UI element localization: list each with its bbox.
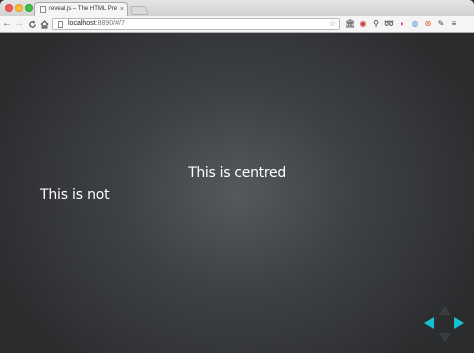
spiral-icon[interactable]: ➿ [384, 19, 394, 29]
lastpass-icon[interactable]: ◉ [358, 19, 368, 29]
browser-toolbar: ← → localhost:8890/#/7 ☆ 🏛 ◉ ⚲ ➿ ◗ ◍ ⊛ ✎ ≡ [0, 16, 474, 33]
address-url: localhost:8890/#/7 [68, 19, 125, 29]
slide-navigation-controls [418, 304, 470, 344]
back-button[interactable]: ← [1, 16, 13, 32]
window-maximize-button[interactable] [25, 4, 33, 12]
menu-icon[interactable]: ≡ [449, 19, 459, 29]
reload-button[interactable] [26, 16, 38, 32]
url-path: :8890/#/7 [95, 20, 125, 27]
compass-icon[interactable]: ◍ [410, 19, 420, 29]
pocket-icon[interactable]: ◗ [397, 19, 407, 29]
url-host: localhost [68, 20, 96, 27]
wrench-icon[interactable]: ✎ [436, 19, 446, 29]
address-bar[interactable]: localhost:8890/#/7 ☆ [52, 18, 340, 30]
home-button[interactable] [38, 16, 50, 32]
not-centred-text: This is not [40, 187, 110, 203]
window-close-button[interactable] [5, 4, 13, 12]
tab-title: reveal.js – The HTML Presentation Framew… [49, 6, 117, 12]
museum-icon[interactable]: 🏛 [345, 19, 355, 29]
new-tab-button[interactable] [129, 6, 149, 15]
navigate-down-arrow-icon[interactable] [439, 333, 451, 342]
page-icon [40, 6, 46, 13]
navigate-left-arrow-icon[interactable] [424, 317, 434, 329]
tab-close-icon[interactable]: × [120, 4, 124, 15]
navigate-right-arrow-icon[interactable] [454, 317, 464, 329]
bookmark-star-icon[interactable]: ☆ [329, 19, 336, 29]
forward-button[interactable]: → [13, 16, 25, 32]
slide-viewport: This is centred This is not [0, 33, 474, 353]
browser-tab[interactable]: reveal.js – The HTML Presentation Framew… [34, 2, 128, 16]
home-icon [39, 20, 49, 29]
navigate-up-arrow-icon[interactable] [439, 306, 451, 315]
reload-icon [28, 20, 36, 28]
lifebuoy-icon[interactable]: ⊛ [423, 19, 433, 29]
centred-text: This is centred [188, 165, 286, 181]
tab-strip: reveal.js – The HTML Presentation Framew… [0, 0, 474, 16]
magnifier-icon[interactable]: ⚲ [371, 19, 381, 29]
window-minimize-button[interactable] [15, 4, 23, 12]
browser-window: reveal.js – The HTML Presentation Framew… [0, 0, 474, 353]
page-icon [58, 21, 63, 28]
